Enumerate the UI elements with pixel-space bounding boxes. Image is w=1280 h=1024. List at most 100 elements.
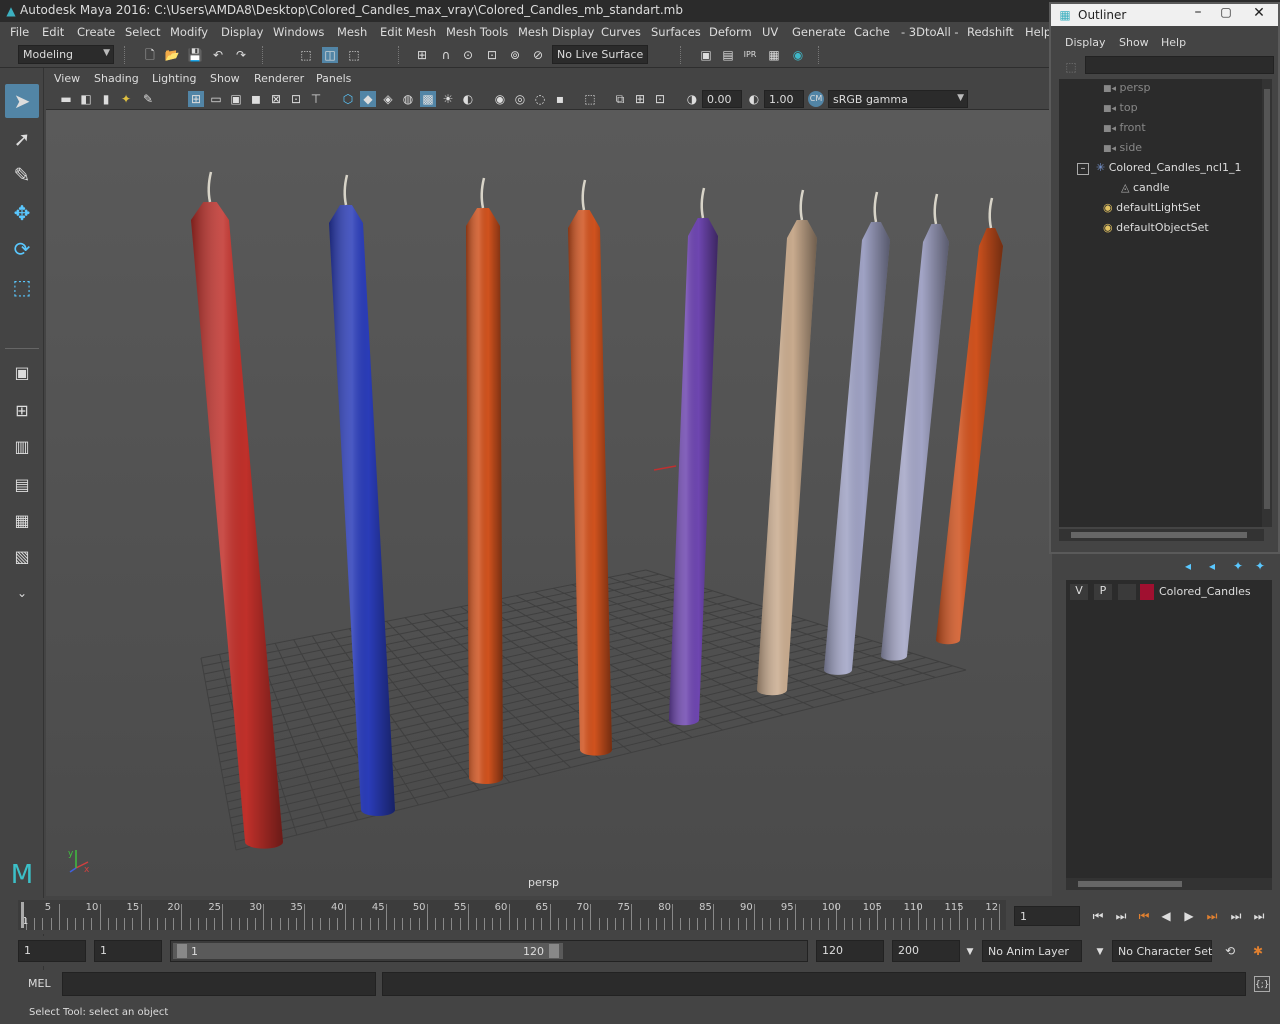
move-tool-icon[interactable]: ✥ xyxy=(5,196,39,230)
candle-mesh[interactable] xyxy=(466,177,503,784)
hud-icon[interactable]: ⧉ xyxy=(612,91,628,107)
color-management-icon[interactable]: CM xyxy=(808,91,824,107)
range-end-handle[interactable] xyxy=(549,944,559,958)
more-layouts-icon[interactable]: ⌄ xyxy=(5,576,39,610)
menu-mesh-display[interactable]: Mesh Display xyxy=(518,25,594,39)
menu-create[interactable]: Create xyxy=(77,25,115,39)
minimize-icon[interactable]: – xyxy=(1185,4,1211,20)
use-all-lights-icon[interactable]: ☀ xyxy=(440,91,456,107)
command-input[interactable] xyxy=(62,972,376,996)
filter-icon[interactable]: ⬚ xyxy=(1063,59,1079,75)
layer-color-swatch[interactable] xyxy=(1140,584,1154,600)
camera-attributes-icon[interactable]: ▬ xyxy=(58,91,74,107)
step-back-key-icon[interactable]: ⏮ xyxy=(1136,908,1152,924)
ipr-render-icon[interactable]: IPR xyxy=(742,47,758,63)
layer-hscroll[interactable] xyxy=(1066,878,1272,890)
candle-mesh[interactable] xyxy=(881,193,949,661)
outliner-vscroll[interactable] xyxy=(1262,79,1272,527)
time-slider[interactable]: 5 10 15 20 25 30 35 40 45 50 55 60 65 70 75 80 85 90 95 100… xyxy=(0,898,1280,934)
layer-playback-toggle[interactable]: P xyxy=(1094,584,1112,600)
candle-mesh[interactable] xyxy=(568,179,612,756)
current-frame-field[interactable]: 1 xyxy=(1014,906,1080,926)
candle-mesh[interactable] xyxy=(824,191,890,675)
wireframe-icon[interactable]: ⬡ xyxy=(340,91,356,107)
outliner-item-candle[interactable]: ◬ candle xyxy=(1121,181,1170,201)
scale-tool-icon[interactable]: ⬚ xyxy=(5,270,39,304)
2d-pan-icon[interactable]: ✦ xyxy=(118,91,134,107)
playback-start-field[interactable]: 1 xyxy=(94,940,162,962)
outliner-item-persp[interactable]: ■◂ persp xyxy=(1103,81,1151,101)
field-chart-icon[interactable]: ⊠ xyxy=(268,91,284,107)
redo-icon[interactable]: ↷ xyxy=(233,47,249,63)
start-time-field[interactable]: 1 xyxy=(18,940,86,962)
chevron-down-icon[interactable]: ▼ xyxy=(1092,944,1108,960)
panel-menu-show[interactable]: Show xyxy=(210,72,240,85)
snap-point-icon[interactable]: ⊙ xyxy=(460,47,476,63)
safe-title-icon[interactable]: ⊤ xyxy=(308,91,324,107)
snap-surface-icon[interactable]: ⊡ xyxy=(484,47,500,63)
viewport-persp[interactable]: y x persp xyxy=(46,110,1052,896)
maximize-icon[interactable]: ▢ xyxy=(1213,5,1239,19)
time-ruler[interactable]: 5 10 15 20 25 30 35 40 45 50 55 60 65 70 75 80 85 90 95 100… xyxy=(18,900,1006,930)
playback-end-field[interactable]: 120 xyxy=(816,940,884,962)
outliner-item-group[interactable]: – ✳ Colored_Candles_ncl1_1 xyxy=(1077,161,1241,181)
menu-mesh-tools[interactable]: Mesh Tools xyxy=(446,25,508,39)
chevron-down-icon[interactable]: ▼ xyxy=(962,944,978,960)
menu-curves[interactable]: Curves xyxy=(601,25,641,39)
open-scene-icon[interactable]: 📂 xyxy=(164,47,180,63)
menu-mesh[interactable]: Mesh xyxy=(337,25,367,39)
outliner-search-input[interactable] xyxy=(1085,56,1274,74)
undo-icon[interactable]: ↶ xyxy=(210,47,226,63)
mode-selector[interactable]: Modeling ▼ xyxy=(18,45,114,64)
snap-grid-icon[interactable]: ⊞ xyxy=(414,47,430,63)
resolution-gate-icon[interactable]: ▣ xyxy=(228,91,244,107)
step-back-icon[interactable]: ⏭ xyxy=(1113,908,1129,924)
menu-edit-mesh[interactable]: Edit Mesh xyxy=(380,25,436,39)
gamma-field[interactable]: 1.00 xyxy=(764,90,804,108)
select-tool-icon[interactable]: ➤ xyxy=(5,84,39,118)
single-view-layout-icon[interactable]: ▣ xyxy=(5,356,39,390)
anim-layer-selector[interactable]: No Anim Layer xyxy=(982,940,1082,962)
isolate-select-icon[interactable]: ⬚ xyxy=(582,91,598,107)
auto-key-icon[interactable]: ⟲ xyxy=(1222,943,1238,959)
script-editor-icon[interactable]: {;} xyxy=(1254,976,1270,992)
outliner-menu-help[interactable]: Help xyxy=(1161,36,1186,49)
outliner-item-lightset[interactable]: ◉ defaultLightSet xyxy=(1103,201,1200,221)
wireframe-on-shaded-icon[interactable]: ◈ xyxy=(380,91,396,107)
candle-mesh[interactable] xyxy=(329,174,395,816)
outliner-item-front[interactable]: ■◂ front xyxy=(1103,121,1146,141)
layer-visibility-toggle[interactable]: V xyxy=(1070,584,1088,600)
outliner-menu-show[interactable]: Show xyxy=(1119,36,1149,49)
rotate-tool-icon[interactable]: ⟳ xyxy=(5,232,39,266)
end-time-field[interactable]: 200 xyxy=(892,940,960,962)
ambient-occlusion-icon[interactable]: ◉ xyxy=(492,91,508,107)
four-view-layout-icon[interactable]: ⊞ xyxy=(5,394,39,428)
select-component-icon[interactable]: ⬚ xyxy=(346,47,362,63)
candle-mesh[interactable] xyxy=(669,187,718,726)
render-settings-icon[interactable]: ▦ xyxy=(766,47,782,63)
image-plane-icon[interactable]: ▮ xyxy=(98,91,114,107)
layer-row[interactable]: V P Colored_Candles xyxy=(1066,582,1272,602)
grease-pencil-icon[interactable]: ✎ xyxy=(140,91,156,107)
range-bar[interactable]: 1 120 xyxy=(170,940,808,962)
safe-action-icon[interactable]: ⊡ xyxy=(288,91,304,107)
menu-file[interactable]: File xyxy=(10,25,29,39)
grid-toggle-icon[interactable]: ⊞ xyxy=(188,91,204,107)
step-forward-icon[interactable]: ⏭ xyxy=(1228,908,1244,924)
menu-select[interactable]: Select xyxy=(125,25,160,39)
snap-view-icon[interactable]: ⊚ xyxy=(507,47,523,63)
live-surface-field[interactable]: No Live Surface xyxy=(552,45,648,64)
outliner-menu-display[interactable]: Display xyxy=(1065,36,1106,49)
render-view-icon[interactable]: ▣ xyxy=(698,47,714,63)
film-gate-icon[interactable]: ▭ xyxy=(208,91,224,107)
gamma-icon[interactable]: ◐ xyxy=(746,91,762,107)
smooth-shade-icon[interactable]: ◆ xyxy=(360,91,376,107)
graph-layout-icon[interactable]: ▤ xyxy=(5,468,39,502)
current-time-marker[interactable] xyxy=(21,902,24,928)
menu-3dtoall[interactable]: - 3DtoAll - xyxy=(901,25,959,39)
panel-menu-panels[interactable]: Panels xyxy=(316,72,351,85)
exposure-field[interactable]: 0.00 xyxy=(702,90,742,108)
layer-move-down-icon[interactable]: ◂ xyxy=(1204,558,1220,574)
panel-menu-lighting[interactable]: Lighting xyxy=(152,72,196,85)
save-scene-icon[interactable]: 💾 xyxy=(187,47,203,63)
